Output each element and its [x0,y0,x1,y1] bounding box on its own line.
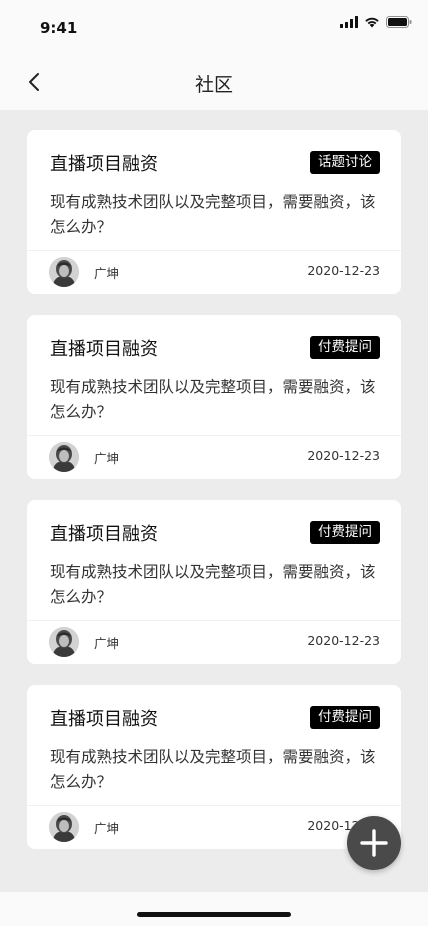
post-body: 现有成熟技术团队以及完整项目，需要融资，该怎么办？ [50,563,376,606]
user-avatar-icon [49,812,79,842]
user-avatar-icon [49,257,79,287]
post-title: 直播项目融资 [50,339,158,360]
page-title: 社区 [194,74,233,96]
status-icons [340,16,412,28]
post-tag-badge: 付费提问 [310,706,380,729]
bottom-bar [0,892,428,926]
divider [27,620,401,621]
user-avatar-icon [49,627,79,657]
cellular-signal-icon [340,16,358,28]
author-name: 广坤 [94,636,120,651]
avatar[interactable] [49,257,79,287]
plus-icon [360,829,388,857]
nav-bar: 社区 [0,54,428,110]
post-title: 直播项目融资 [50,709,158,730]
post-tag-badge: 付费提问 [310,336,380,359]
status-time: 9:41 [40,19,78,37]
author-name: 广坤 [94,821,120,836]
post-card[interactable]: 直播项目融资 话题讨论 现有成熟技术团队以及完整项目，需要融资，该怎么办？ 广坤… [27,130,401,294]
author-name: 广坤 [94,266,120,281]
author-name: 广坤 [94,451,120,466]
post-title: 直播项目融资 [50,154,158,175]
post-card[interactable]: 直播项目融资 付费提问 现有成熟技术团队以及完整项目，需要融资，该怎么办？ 广坤… [27,315,401,479]
post-body: 现有成熟技术团队以及完整项目，需要融资，该怎么办？ [50,193,376,236]
add-post-button[interactable] [347,816,401,870]
avatar[interactable] [49,812,79,842]
divider [27,435,401,436]
community-screen: 9:41 社区 直播项目融资 话题讨论 现有成熟技术团队以及完整项目，需要融资，… [0,0,428,926]
wifi-icon [365,17,379,28]
post-tag-badge: 话题讨论 [310,151,380,174]
status-bar: 9:41 [0,0,428,54]
post-date: 2020-12-23 [307,633,380,648]
divider [27,250,401,251]
post-body: 现有成熟技术团队以及完整项目，需要融资，该怎么办？ [50,378,376,421]
post-card[interactable]: 直播项目融资 付费提问 现有成熟技术团队以及完整项目，需要融资，该怎么办？ 广坤… [27,685,401,849]
battery-icon [386,16,412,28]
avatar[interactable] [49,442,79,472]
post-list: 直播项目融资 话题讨论 现有成熟技术团队以及完整项目，需要融资，该怎么办？ 广坤… [27,130,401,870]
post-date: 2020-12-23 [307,448,380,463]
post-date: 2020-12-23 [307,263,380,278]
post-tag-badge: 付费提问 [310,521,380,544]
home-indicator[interactable] [137,912,291,917]
post-body: 现有成熟技术团队以及完整项目，需要融资，该怎么办？ [50,748,376,791]
avatar[interactable] [49,627,79,657]
post-card[interactable]: 直播项目融资 付费提问 现有成熟技术团队以及完整项目，需要融资，该怎么办？ 广坤… [27,500,401,664]
divider [27,805,401,806]
user-avatar-icon [49,442,79,472]
post-title: 直播项目融资 [50,524,158,545]
